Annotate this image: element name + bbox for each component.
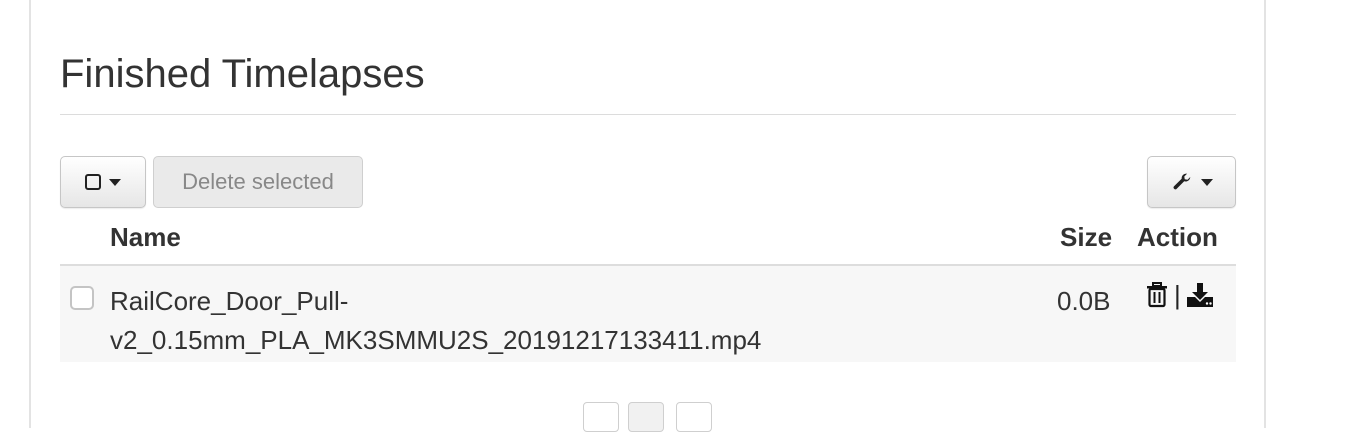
- wrench-icon: [1173, 173, 1190, 190]
- checkbox-icon: [85, 174, 101, 190]
- file-size: 0.0B: [1057, 286, 1111, 316]
- trash-icon[interactable]: [1145, 282, 1169, 308]
- section-title: Finished Timelapses: [60, 52, 425, 96]
- download-icon[interactable]: [1186, 282, 1214, 308]
- row-actions: |: [1145, 280, 1214, 310]
- delete-selected-button[interactable]: Delete selected: [153, 156, 363, 208]
- caret-down-icon: [109, 178, 121, 186]
- column-header-action: Action: [1137, 222, 1218, 252]
- caret-down-icon: [1200, 178, 1213, 186]
- file-name-line: RailCore_Door_Pull-: [110, 286, 349, 316]
- row-checkbox[interactable]: [70, 286, 94, 310]
- column-header-name[interactable]: Name: [110, 222, 181, 253]
- pagination-next[interactable]: [676, 402, 712, 432]
- file-name-line: v2_0.15mm_PLA_MK3SMMU2S_20191217133411.m…: [110, 325, 762, 355]
- file-name[interactable]: RailCore_Door_Pull- v2_0.15mm_PLA_MK3SMM…: [110, 282, 850, 360]
- pagination-prev[interactable]: [583, 402, 619, 432]
- action-separator: |: [1174, 279, 1181, 310]
- pagination-page[interactable]: [628, 402, 664, 432]
- tools-dropdown-button[interactable]: [1147, 156, 1236, 208]
- column-header-size[interactable]: Size: [1060, 222, 1112, 253]
- table-row: RailCore_Door_Pull- v2_0.15mm_PLA_MK3SMM…: [60, 266, 1236, 362]
- title-divider: [60, 114, 1236, 115]
- select-dropdown-button[interactable]: [60, 156, 146, 208]
